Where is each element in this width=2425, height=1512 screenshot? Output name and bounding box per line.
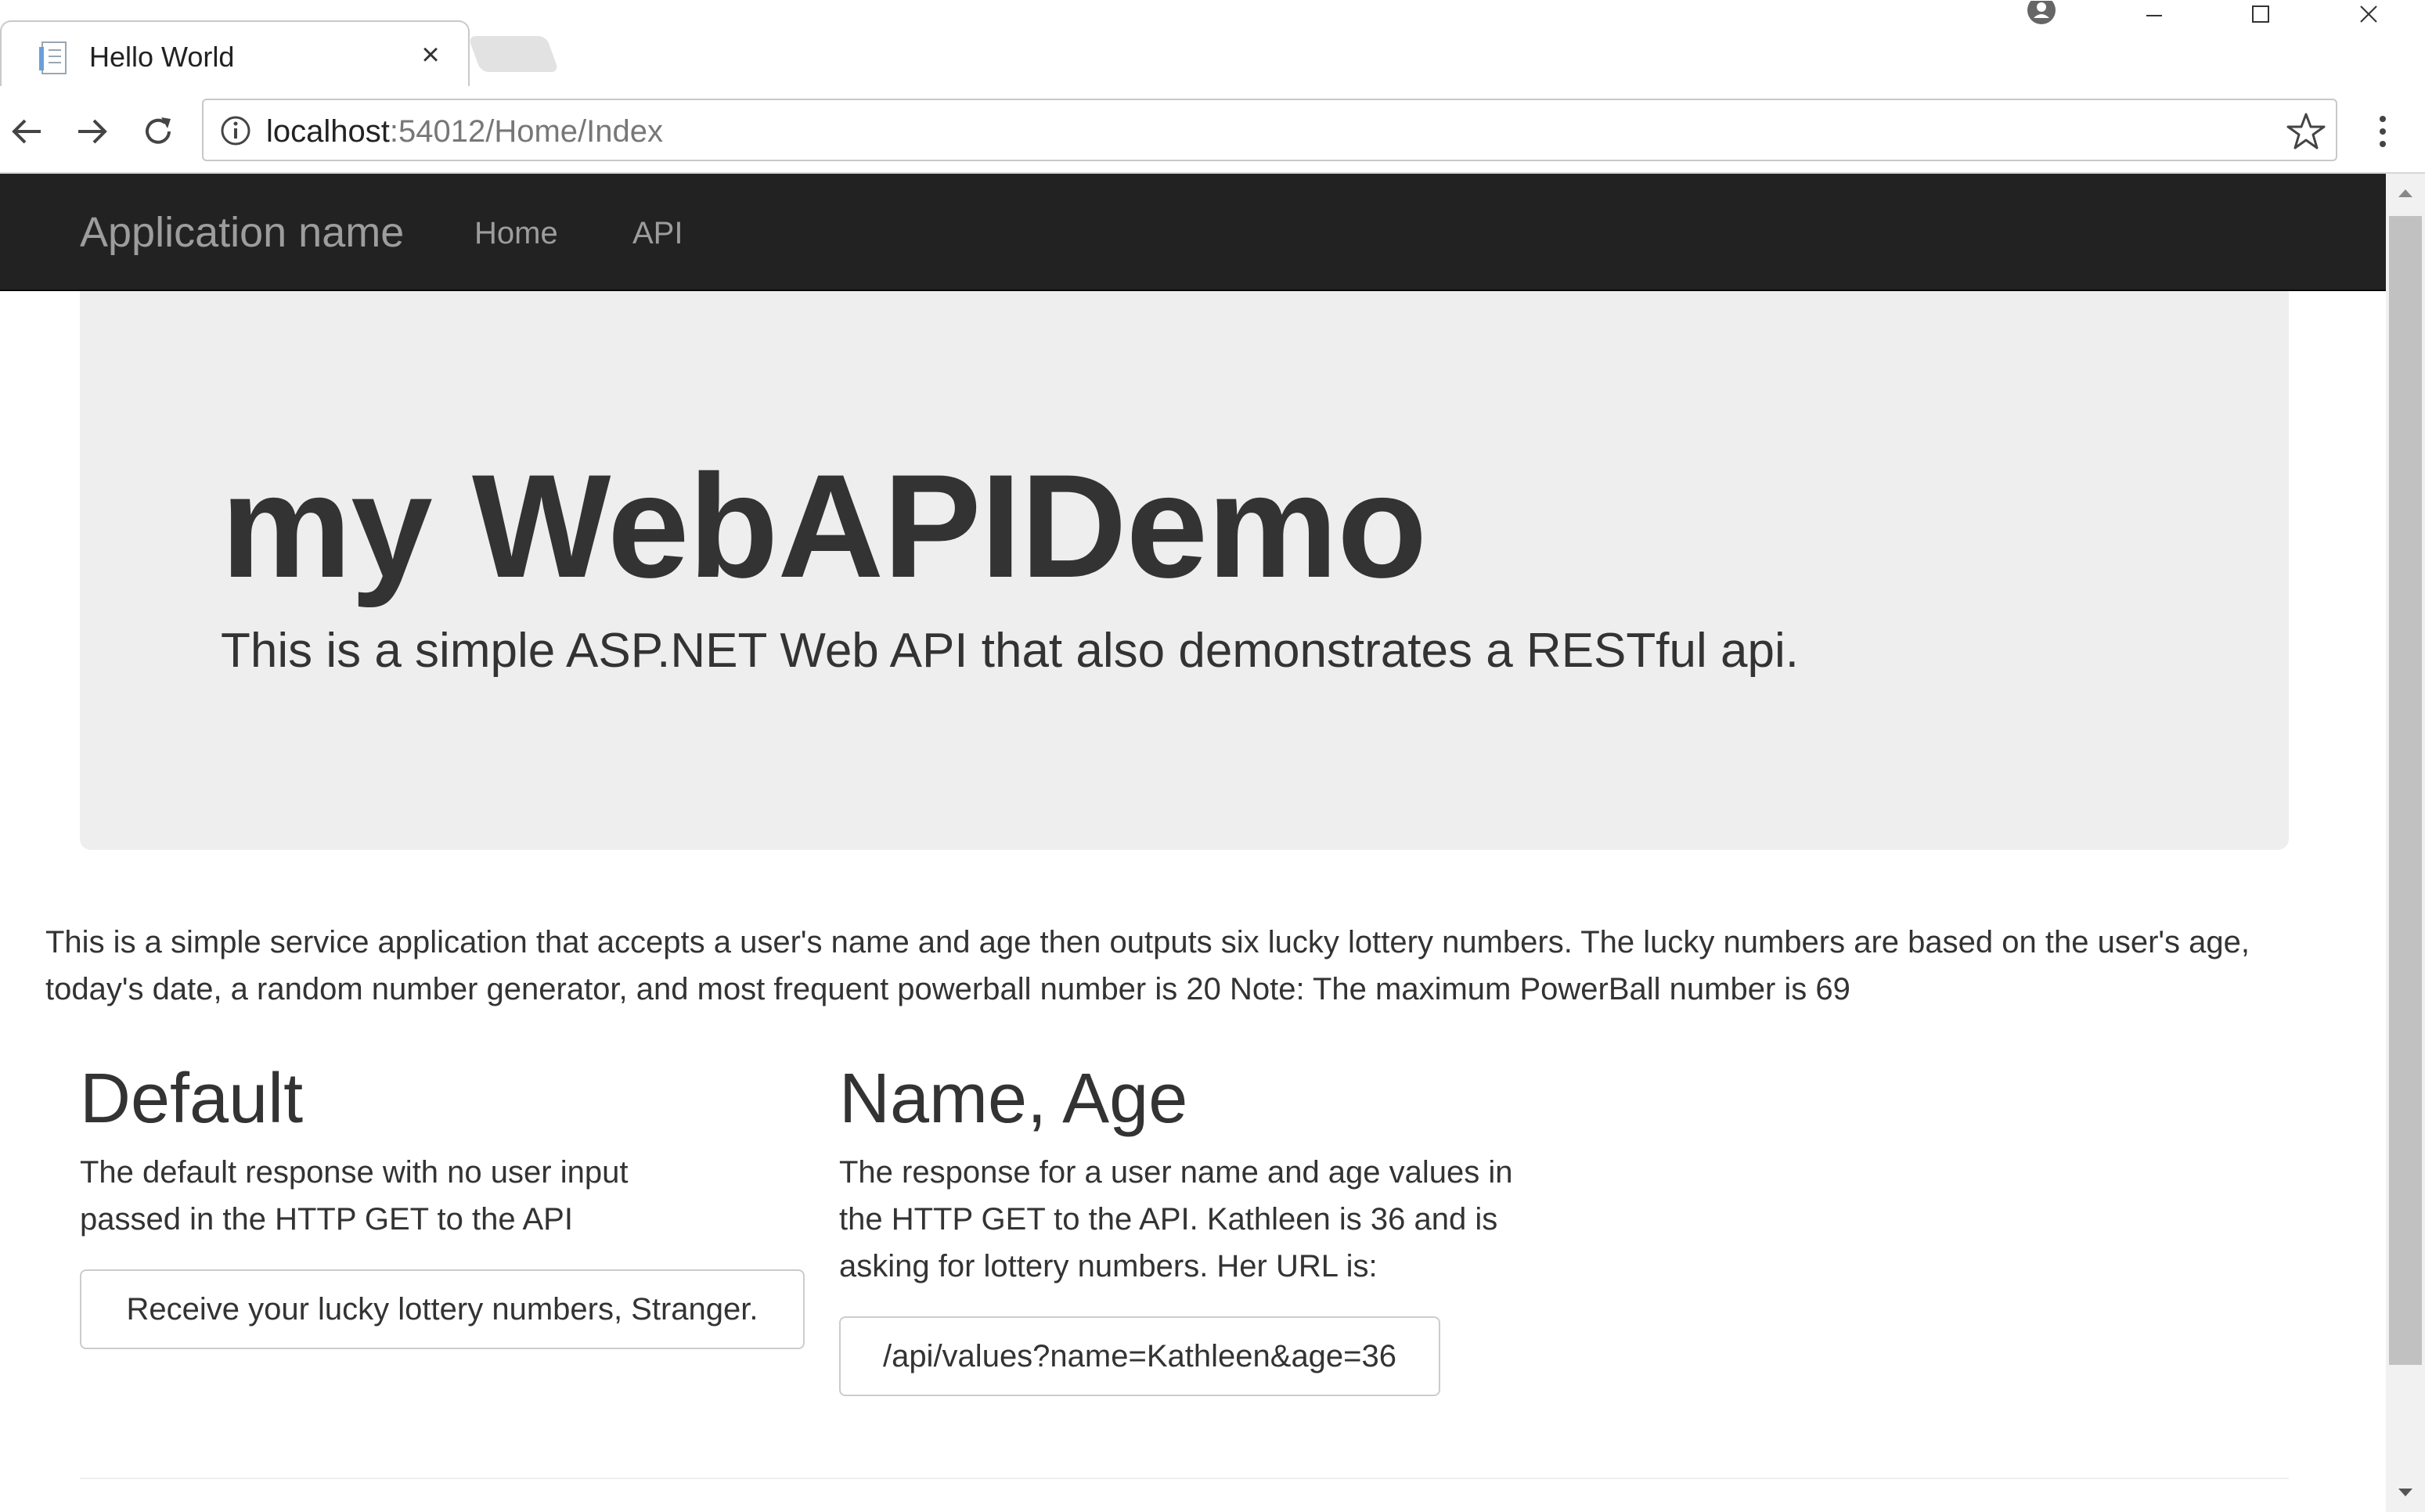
window-close-icon[interactable] bbox=[2345, 0, 2392, 28]
scroll-down-arrow-icon[interactable] bbox=[2386, 1473, 2425, 1512]
minimize-icon[interactable] bbox=[2131, 0, 2178, 28]
page-lead: This is a simple ASP.NET Web API that al… bbox=[221, 624, 1799, 678]
account-icon[interactable] bbox=[2018, 0, 2065, 28]
name-age-description: The response for a user name and age val… bbox=[839, 1155, 1513, 1283]
address-bar[interactable]: localhost:54012/Home/Index bbox=[202, 99, 2337, 161]
site-navbar: Application name Home API bbox=[0, 174, 2386, 291]
kebab-menu-icon[interactable] bbox=[2364, 108, 2402, 155]
back-arrow-icon[interactable] bbox=[3, 108, 50, 155]
forward-arrow-icon[interactable] bbox=[69, 108, 116, 155]
name-age-api-button[interactable]: /api/values?name=Kathleen&age=36 bbox=[839, 1316, 1440, 1396]
close-icon[interactable]: × bbox=[415, 34, 446, 75]
footer-divider bbox=[80, 1478, 2289, 1479]
browser-tab[interactable]: Hello World × bbox=[0, 20, 470, 89]
navbar-brand[interactable]: Application name bbox=[80, 207, 404, 258]
name-age-section: Name, Age The response for a user name a… bbox=[839, 1060, 1544, 1396]
default-section: Default The default response with no use… bbox=[80, 1060, 805, 1349]
tab-title: Hello World bbox=[89, 41, 235, 73]
url-path: :54012/Home/Index bbox=[389, 114, 663, 149]
browser-toolbar: localhost:54012/Home/Index bbox=[0, 86, 2425, 174]
new-tab-button[interactable] bbox=[467, 36, 560, 72]
default-lottery-button[interactable]: Receive your lucky lottery numbers, Stra… bbox=[80, 1269, 805, 1349]
page-viewport: Application name Home API my WebAPIDemo … bbox=[0, 174, 2386, 1512]
page-title: my WebAPIDemo bbox=[221, 444, 1427, 608]
jumbotron: my WebAPIDemo This is a simple ASP.NET W… bbox=[80, 291, 2289, 850]
scroll-up-arrow-icon[interactable] bbox=[2386, 174, 2425, 213]
maximize-icon[interactable] bbox=[2237, 0, 2284, 28]
name-age-heading: Name, Age bbox=[839, 1060, 1188, 1138]
info-icon[interactable] bbox=[219, 114, 252, 147]
scroll-thumb[interactable] bbox=[2389, 216, 2422, 1365]
default-description: The default response with no user input … bbox=[80, 1155, 629, 1237]
page-scrollbar[interactable] bbox=[2386, 174, 2425, 1512]
page-favicon-icon bbox=[39, 41, 67, 74]
intro-paragraph: This is a simple service application tha… bbox=[45, 925, 2250, 1006]
reload-icon[interactable] bbox=[135, 108, 182, 155]
star-icon[interactable] bbox=[2286, 111, 2326, 152]
url-text[interactable]: localhost:54012/Home/Index bbox=[266, 111, 663, 152]
nav-link-home[interactable]: Home bbox=[474, 213, 558, 254]
url-host: localhost bbox=[266, 114, 390, 149]
default-heading: Default bbox=[80, 1060, 304, 1138]
nav-link-api[interactable]: API bbox=[632, 213, 683, 254]
browser-titlebar: Hello World × bbox=[0, 0, 2425, 89]
